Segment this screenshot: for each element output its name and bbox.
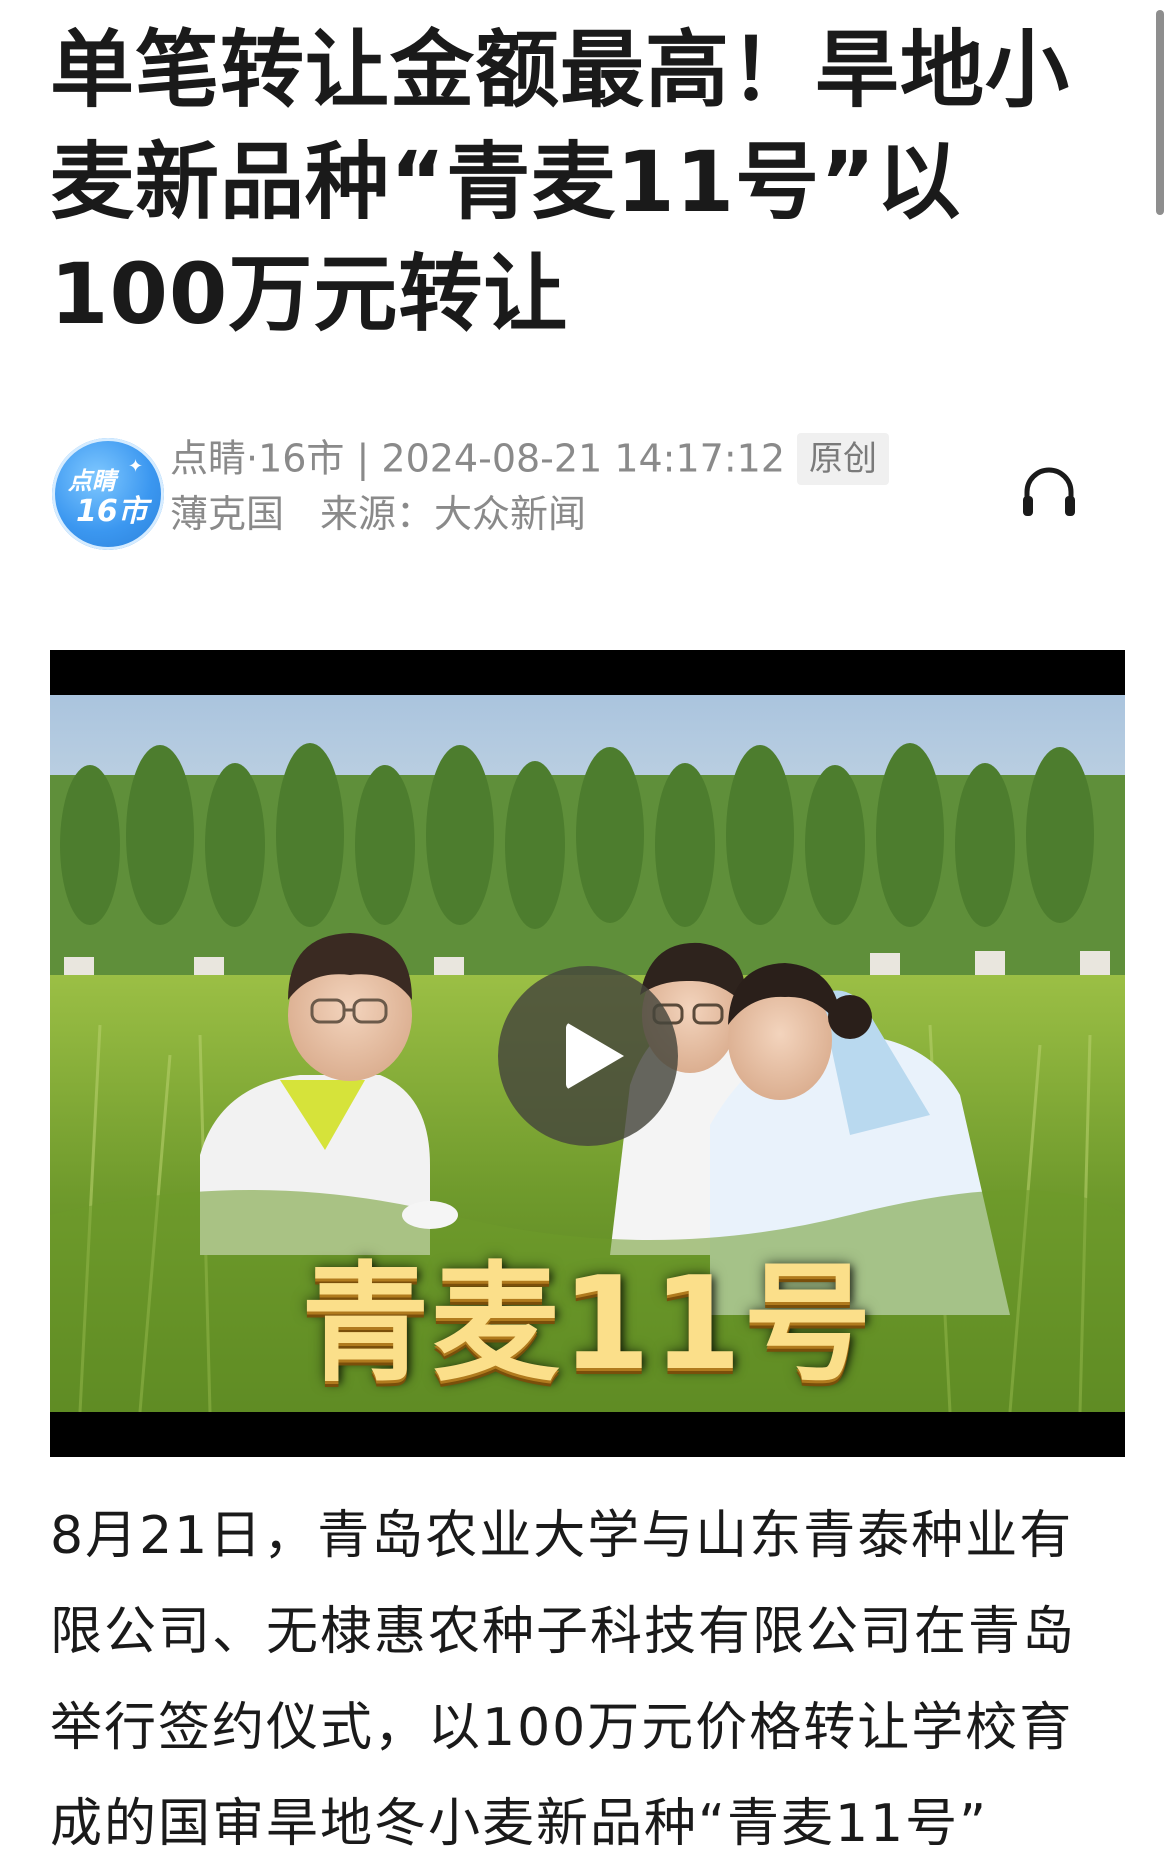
original-badge: 原创 [797,432,889,485]
meta-line-primary: 点睛·16市 | 2024-08-21 14:17:12 原创 [170,430,889,485]
article: 单笔转让金额最高！旱地小麦新品种“青麦11号”以100万元转让 ✦ 点睛 16市… [50,0,1125,1854]
article-body-paragraph: 8月21日，青岛农业大学与山东青泰种业有限公司、无棣惠农种子科技有限公司在青岛举… [50,1506,1077,1854]
article-meta: ✦ 点睛 16市 点睛·16市 | 2024-08-21 14:17:12 原创 … [50,430,1125,550]
video-player[interactable]: 青麦11号 [50,650,1125,1457]
avatar-text-line1: 点睛 [68,467,116,495]
meta-separator: | [344,436,382,481]
scrollbar[interactable] [1156,10,1164,215]
author-name[interactable]: 点睛·16市 [170,437,344,481]
editor-name: 薄克国 [170,492,285,536]
article-source: 来源：大众新闻 [320,492,587,536]
article-title: 单笔转让金额最高！旱地小麦新品种“青麦11号”以100万元转让 [50,21,1071,343]
video-caption: 青麦11号 [301,1250,874,1399]
play-icon [566,1022,624,1090]
author-avatar[interactable]: ✦ 点睛 16市 [52,438,164,550]
play-button[interactable] [498,966,678,1146]
meta-line-secondary: 薄克国 来源：大众新闻 [170,488,586,540]
headphone-icon[interactable] [1017,460,1081,524]
publish-timestamp: 2024-08-21 14:17:12 [381,436,785,481]
avatar-text-line2: 16市 [76,494,148,529]
sparkle-icon: ✦ [128,456,144,477]
